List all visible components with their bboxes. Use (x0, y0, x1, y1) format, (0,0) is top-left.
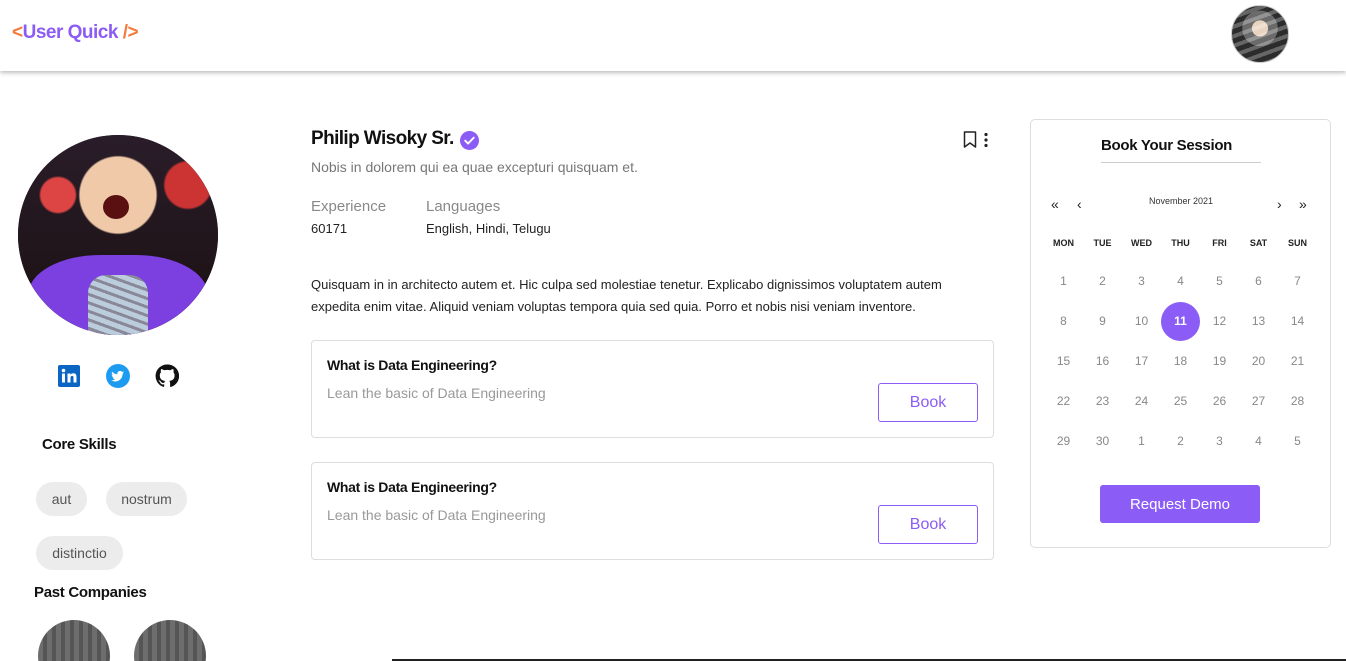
calendar-day[interactable]: 1 (1044, 274, 1083, 288)
calendar-month-label: November 2021 (1148, 196, 1214, 206)
calendar-day[interactable]: 22 (1044, 394, 1083, 408)
languages-label: Languages (426, 198, 501, 215)
session-card: What is Data Engineering? Lean the basic… (311, 462, 994, 560)
book-button[interactable]: Book (878, 383, 978, 422)
session-subtitle: Lean the basic of Data Engineering (327, 507, 546, 523)
company-logo[interactable] (134, 620, 206, 661)
calendar-day[interactable]: 13 (1239, 314, 1278, 328)
session-title: What is Data Engineering? (327, 357, 497, 373)
calendar-day[interactable]: 23 (1083, 394, 1122, 408)
twitter-icon[interactable] (106, 364, 130, 388)
profile-bio: Quisquam in in architecto autem et. Hic … (311, 277, 942, 314)
calendar-day[interactable]: 18 (1161, 354, 1200, 368)
skill-chip[interactable]: distinctio (36, 536, 123, 570)
divider (1101, 162, 1261, 163)
calendar-day[interactable]: 10 (1122, 314, 1161, 328)
calendar-day-selected[interactable]: 11 (1161, 301, 1200, 341)
calendar-day[interactable]: 17 (1122, 354, 1161, 368)
book-button[interactable]: Book (878, 505, 978, 544)
calendar-day[interactable]: 2 (1083, 274, 1122, 288)
calendar-week: 15 16 17 18 19 20 21 (1044, 341, 1317, 381)
past-companies-title: Past Companies (34, 584, 147, 601)
logo-open-bracket: < (12, 22, 23, 43)
session-title: What is Data Engineering? (327, 479, 497, 495)
calendar-weekday-row: MON TUE WED THU FRI SAT SUN (1044, 233, 1317, 253)
prev-year-button[interactable]: « (1051, 196, 1059, 212)
calendar-day[interactable]: 15 (1044, 354, 1083, 368)
weekday-label: MON (1053, 238, 1074, 248)
calendar-day[interactable]: 27 (1239, 394, 1278, 408)
calendar-day[interactable]: 16 (1083, 354, 1122, 368)
selected-day-label: 11 (1161, 301, 1200, 341)
calendar-day[interactable]: 8 (1044, 314, 1083, 328)
calendar-day[interactable]: 21 (1278, 354, 1317, 368)
request-demo-button[interactable]: Request Demo (1100, 485, 1260, 523)
prev-month-button[interactable]: ‹ (1077, 196, 1082, 212)
languages-value: English, Hindi, Telugu (426, 221, 551, 236)
github-icon[interactable] (155, 364, 179, 388)
calendar-day[interactable]: 2 (1161, 434, 1200, 448)
calendar-day[interactable]: 19 (1200, 354, 1239, 368)
core-skills-title: Core Skills (42, 436, 117, 453)
calendar-day[interactable]: 3 (1200, 434, 1239, 448)
calendar-day[interactable]: 25 (1161, 394, 1200, 408)
calendar-day[interactable]: 30 (1083, 434, 1122, 448)
calendar-day[interactable]: 6 (1239, 274, 1278, 288)
bookmark-icon[interactable] (963, 131, 977, 148)
calendar-day[interactable]: 5 (1200, 274, 1239, 288)
logo-name: User Quick (22, 22, 119, 43)
company-logo[interactable] (38, 620, 110, 661)
calendar-grid: MON TUE WED THU FRI SAT SUN 1 2 3 4 5 6 … (1044, 233, 1317, 461)
logo-close-bracket: /> (117, 22, 139, 43)
session-subtitle: Lean the basic of Data Engineering (327, 385, 546, 401)
booking-panel: Book Your Session November 2021 « ‹ › » … (1030, 119, 1331, 548)
experience-value: 60171 (311, 221, 348, 236)
weekday-label: SUN (1287, 238, 1307, 248)
calendar-day[interactable]: 20 (1239, 354, 1278, 368)
calendar-day[interactable]: 4 (1239, 434, 1278, 448)
session-card: What is Data Engineering? Lean the basic… (311, 340, 994, 438)
weekday-label: FRI (1212, 238, 1227, 248)
skill-chip[interactable]: nostrum (106, 482, 187, 516)
verified-badge-icon (460, 131, 479, 150)
calendar-day[interactable]: 29 (1044, 434, 1083, 448)
profile-tagline: Nobis in dolorem qui ea quae excepturi q… (311, 159, 638, 175)
calendar-day[interactable]: 28 (1278, 394, 1317, 408)
booking-title: Book Your Session (1101, 137, 1233, 154)
app-logo[interactable]: <User Quick /> (12, 22, 139, 44)
calendar-day[interactable]: 3 (1122, 274, 1161, 288)
calendar-day[interactable]: 4 (1161, 274, 1200, 288)
calendar-day[interactable]: 24 (1122, 394, 1161, 408)
top-navbar: <User Quick /> (0, 0, 1346, 71)
profile-name: Philip Wisoky Sr. (311, 128, 454, 149)
calendar-week: 29 30 1 2 3 4 5 (1044, 421, 1317, 461)
calendar-week: 8 9 10 11 12 13 14 (1044, 301, 1317, 341)
calendar-week: 1 2 3 4 5 6 7 (1044, 261, 1317, 301)
weekday-label: WED (1131, 238, 1152, 248)
profile-photo (18, 135, 218, 335)
calendar-day[interactable]: 5 (1278, 434, 1317, 448)
skill-chip[interactable]: aut (36, 482, 87, 516)
experience-label: Experience (311, 198, 387, 215)
calendar-day[interactable]: 1 (1122, 434, 1161, 448)
weekday-label: THU (1171, 238, 1190, 248)
weekday-label: TUE (1093, 238, 1112, 248)
calendar-week: 22 23 24 25 26 27 28 (1044, 381, 1317, 421)
linkedin-icon[interactable] (57, 364, 81, 388)
calendar-day[interactable]: 12 (1200, 314, 1239, 328)
more-options-icon[interactable] (983, 132, 989, 148)
calendar-day[interactable]: 9 (1083, 314, 1122, 328)
user-avatar[interactable] (1231, 5, 1289, 63)
calendar-day[interactable]: 26 (1200, 394, 1239, 408)
weekday-label: SAT (1249, 238, 1268, 248)
calendar-day[interactable]: 7 (1278, 274, 1317, 288)
next-month-button[interactable]: › (1277, 196, 1282, 212)
calendar-day[interactable]: 14 (1278, 314, 1317, 328)
next-year-button[interactable]: » (1299, 196, 1307, 212)
